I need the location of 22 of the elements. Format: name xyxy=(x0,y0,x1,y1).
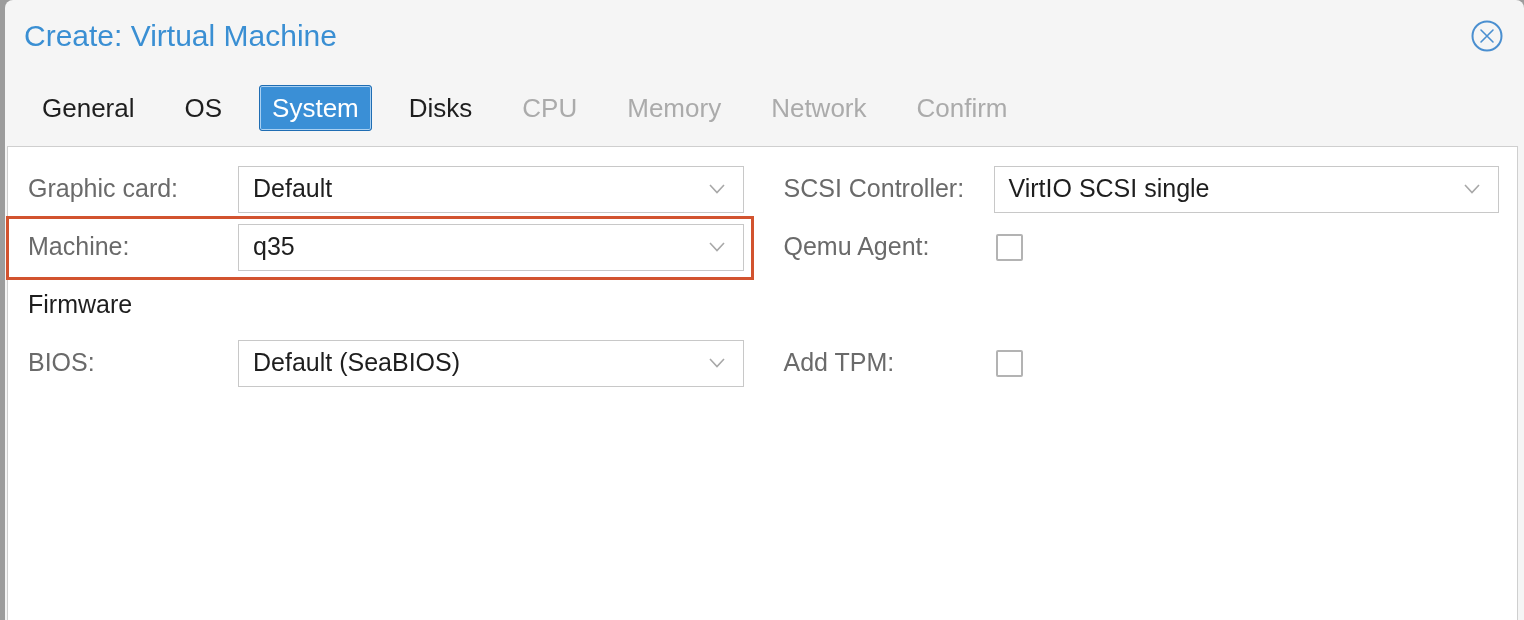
dropdown-field[interactable]: VirtIO SCSI single xyxy=(993,165,1499,213)
field-label: BIOS: xyxy=(28,347,96,379)
dropdown-field[interactable]: Default xyxy=(238,165,744,213)
chevron-down-icon xyxy=(708,242,725,252)
chevron-down-icon xyxy=(708,184,725,194)
tab[interactable]: OS xyxy=(171,85,236,131)
dropdown-field[interactable]: q35 xyxy=(238,223,744,271)
close-icon[interactable] xyxy=(1471,20,1503,52)
field-label: Machine: xyxy=(28,231,131,263)
field-label: SCSI Controller: xyxy=(783,173,966,205)
tab[interactable]: General xyxy=(29,85,148,131)
tab[interactable]: Disks xyxy=(395,85,486,131)
chevron-down-icon xyxy=(708,358,725,368)
field-label: Graphic card: xyxy=(28,173,180,205)
field-label: Add TPM: xyxy=(783,347,896,379)
dropdown-field[interactable]: Default (SeaBIOS) xyxy=(238,339,744,387)
section-heading: Firmware xyxy=(28,289,133,321)
checkbox[interactable] xyxy=(995,349,1023,377)
checkbox[interactable] xyxy=(995,233,1023,261)
dialog-title: Create: Virtual Machine xyxy=(24,18,337,54)
chevron-down-icon xyxy=(1464,184,1480,194)
field-label: Qemu Agent: xyxy=(783,231,931,263)
